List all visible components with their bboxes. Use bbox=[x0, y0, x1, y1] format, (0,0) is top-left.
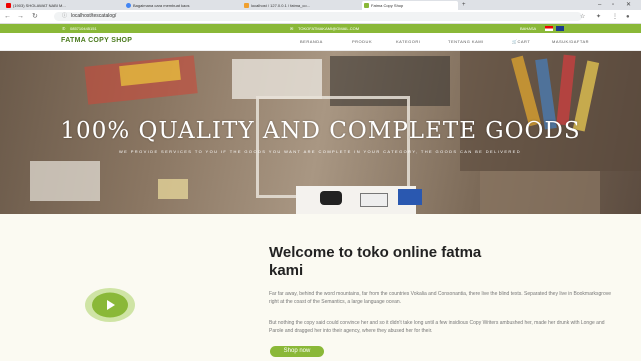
flag-icon[interactable] bbox=[545, 26, 553, 31]
play-icon bbox=[85, 288, 135, 322]
info-icon: ⓘ bbox=[62, 13, 68, 19]
close-window-icon[interactable]: ✕ bbox=[626, 0, 631, 10]
new-tab-icon[interactable]: + bbox=[462, 0, 466, 10]
address-bar[interactable]: ⓘ localhost/tescatalog/ bbox=[54, 12, 582, 21]
flag-uk-icon[interactable] bbox=[556, 26, 564, 31]
google-icon bbox=[126, 3, 131, 9]
email-address: TOKOFATMAKAMI@GMAIL.COM bbox=[298, 26, 360, 31]
welcome-paragraph-2: But nothing the copy said could convince… bbox=[269, 320, 605, 334]
welcome-paragraph-1: Far far away, behind the word mountains,… bbox=[269, 291, 612, 305]
video-play-button[interactable] bbox=[84, 287, 136, 323]
browser-tab-youtube[interactable]: (1903) SHOLAWAT NABI M... bbox=[4, 1, 102, 10]
browser-tab-google[interactable]: Bagaimana cara membuat kaos bbox=[124, 1, 234, 10]
phpmyadmin-icon bbox=[244, 3, 249, 9]
nav-item-produk[interactable]: PRODUK bbox=[352, 39, 372, 44]
star-icon[interactable]: ☆ bbox=[580, 12, 585, 22]
browser-toolbar: ← → ↻ ⓘ localhost/tescatalog/ ☆ ✦ ⋮ ● bbox=[0, 10, 641, 24]
nav-item-masuk[interactable]: MASUK/DAFTAR bbox=[552, 39, 589, 44]
language-selector[interactable]: BAHASA bbox=[520, 24, 536, 33]
reload-icon[interactable]: ↻ bbox=[32, 11, 38, 22]
minimize-icon[interactable]: – bbox=[598, 0, 601, 10]
site-favicon-icon bbox=[364, 3, 369, 9]
welcome-title: Welcome to toko online fatma kami bbox=[269, 244, 482, 279]
nav-item-tentang-kami[interactable]: TENTANG KAMI bbox=[448, 39, 484, 44]
maximize-icon[interactable]: ▫ bbox=[612, 0, 614, 10]
nav-item-kategori[interactable]: KATEGORI bbox=[396, 39, 420, 44]
phone-icon: ✆ bbox=[62, 26, 66, 31]
browser-tab-fatma[interactable]: Fatma Copy Shop bbox=[362, 1, 458, 10]
nav-item-cart[interactable]: 🛒CART bbox=[512, 39, 530, 44]
site-navigation: FATMA COPY SHOP BERANDA PRODUK KATEGORI … bbox=[0, 33, 641, 51]
browser-tab-phpmyadmin[interactable]: localhost / 127.0.0.1 / fatma_co... bbox=[242, 1, 352, 10]
browser-tab-bar: (1903) SHOLAWAT NABI M... Bagaimana cara… bbox=[0, 0, 641, 10]
nav-item-beranda[interactable]: BERANDA bbox=[300, 39, 323, 44]
menu-icon[interactable]: ⋮ bbox=[612, 12, 618, 22]
phone-number: 085710445151 bbox=[70, 26, 97, 31]
welcome-section: Welcome to toko online fatma kami Far fa… bbox=[0, 214, 641, 361]
back-icon[interactable]: ← bbox=[4, 11, 11, 22]
youtube-icon bbox=[6, 3, 11, 9]
site-logo[interactable]: FATMA COPY SHOP bbox=[61, 37, 132, 44]
contact-bar: ✆ 085710445151 ✉ TOKOFATMAKAMI@GMAIL.COM… bbox=[0, 24, 641, 33]
shop-now-button[interactable]: Shop now bbox=[270, 346, 324, 357]
hero-banner: 100% QUALITY AND COMPLETE GOODS WE PROVI… bbox=[0, 51, 641, 214]
mail-icon: ✉ bbox=[290, 26, 294, 31]
hero-subtitle: WE PROVIDE SERVICES TO YOU IF THE GOODS … bbox=[118, 149, 522, 154]
hero-title: 100% QUALITY AND COMPLETE GOODS bbox=[60, 118, 581, 144]
extension-icon[interactable]: ✦ bbox=[596, 12, 601, 22]
forward-icon[interactable]: → bbox=[17, 11, 24, 22]
profile-icon[interactable]: ● bbox=[626, 12, 630, 22]
